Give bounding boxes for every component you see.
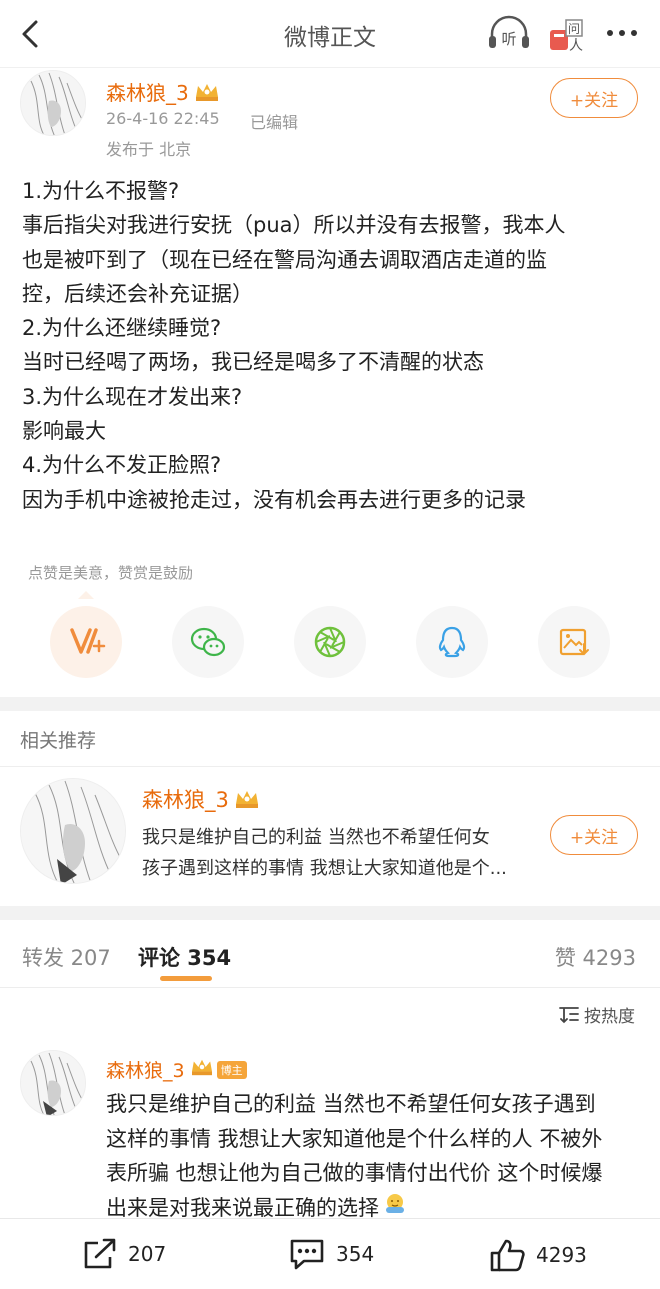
post-line: 1.为什么不报警? (22, 179, 180, 203)
repost-icon (84, 1238, 116, 1269)
qq-icon (438, 626, 466, 658)
svg-text:听: 听 (501, 30, 516, 48)
related-excerpt[interactable]: 我只是维护自己的利益 当然也不希望任何女 孩子遇到这样的事情 我想让大家知道他是… (142, 822, 542, 884)
post-line: 影响最大 (22, 419, 106, 444)
listen-headphones-icon[interactable]: 听 (486, 14, 532, 54)
share-moments-button[interactable] (294, 606, 366, 678)
post-line: 2.为什么还继续睡觉? (22, 316, 222, 341)
comment-icon (290, 1239, 324, 1270)
reward-v-icon (70, 628, 106, 654)
tab-repost[interactable]: 转发 207 (22, 942, 111, 972)
reward-tip-pointer (78, 591, 94, 599)
host-badge: 博主 (216, 1060, 247, 1079)
comment-line: 这样的事情 我想让大家知道他是个什么样的人 不被外 (106, 1126, 603, 1151)
post-body: 1.为什么不报警? 事后指尖对我进行安抚（pua）所以并没有去报警，我本人 也是… (22, 174, 642, 517)
related-author-name[interactable]: 森林狼_3 (142, 784, 261, 815)
post-line: 事后指尖对我进行安抚（pua）所以并没有去报警，我本人 (22, 213, 566, 238)
more-dots-icon[interactable] (604, 18, 640, 48)
sort-icon (559, 1006, 579, 1023)
post-line: 也是被吓到了（现在已经在警局沟通去调取酒店走道的监 (22, 247, 547, 272)
like-count: 4293 (536, 1243, 587, 1267)
related-excerpt-line: 我只是维护自己的利益 当然也不希望任何女 (142, 827, 490, 848)
tab-like[interactable]: 赞 4293 (555, 942, 636, 972)
vip-crown-icon (193, 81, 221, 108)
top-nav-bar: 微博正文 听 问 人 (0, 0, 660, 68)
post-line: 当时已经喝了两场，我已经是喝多了不清醒的状态 (22, 350, 484, 375)
reward-v-button[interactable] (50, 606, 122, 678)
reward-tip: 点赞是美意，赞赏是鼓励 (28, 564, 194, 582)
svg-text:问: 问 (568, 22, 580, 36)
ask-question-icon[interactable]: 问 人 (546, 12, 588, 56)
interaction-tabs: 转发 207 评论 354 赞 4293 (0, 920, 660, 988)
share-wechat-button[interactable] (172, 606, 244, 678)
share-qq-button[interactable] (416, 606, 488, 678)
related-title: 相关推荐 (20, 730, 97, 752)
comment-line: 表所骗 也想让他为自己做的事情付出代价 这个时候爆 (106, 1161, 603, 1185)
comment-button[interactable]: 354 (288, 1237, 374, 1271)
sort-label: 按热度 (584, 1007, 635, 1027)
related-follow-button[interactable]: +关注 (550, 815, 638, 855)
related-excerpt-line: 孩子遇到这样的事情 我想让大家知道他是个... (142, 858, 507, 879)
post-edited-label: 已编辑 (250, 113, 299, 132)
save-image-icon (559, 628, 589, 656)
wechat-icon (190, 627, 226, 657)
comment-count: 354 (336, 1242, 375, 1266)
commenter-avatar[interactable] (20, 1050, 86, 1116)
repost-button[interactable]: 207 (82, 1237, 166, 1271)
comment-text: 我只是维护自己的利益 当然也不希望任何女孩子遇到 这样的事情 我想让大家知道他是… (106, 1087, 646, 1226)
active-tab-indicator (160, 976, 212, 981)
divider (0, 766, 660, 767)
moments-icon (314, 626, 346, 658)
commenter-name[interactable]: 森林狼_3 博主 (106, 1056, 247, 1083)
vip-crown-icon (189, 1057, 215, 1082)
bottom-action-bar: 207 354 4293 (0, 1218, 660, 1289)
vip-crown-icon (233, 788, 261, 815)
like-button[interactable]: 4293 (488, 1237, 587, 1273)
section-divider (0, 697, 660, 711)
section-divider (0, 906, 660, 920)
thumbs-up-icon (490, 1239, 525, 1272)
follow-button[interactable]: +关注 (550, 78, 638, 118)
author-name[interactable]: 森林狼_3 (106, 77, 221, 108)
svg-text:人: 人 (569, 38, 583, 54)
post-time: 26-4-16 22:45 (106, 109, 220, 128)
tab-comment[interactable]: 评论 354 (138, 942, 231, 972)
post-line: 3.为什么现在才发出来? (22, 384, 243, 409)
repost-count: 207 (128, 1242, 167, 1266)
post-line: 因为手机中途被抢走过，没有机会再去进行更多的记录 (22, 487, 526, 512)
comment-line: 我只是维护自己的利益 当然也不希望任何女孩子遇到 (106, 1092, 596, 1116)
save-image-button[interactable] (538, 606, 610, 678)
author-avatar[interactable] (20, 70, 86, 136)
post-line: 控，后续还会补充证据） (22, 281, 253, 306)
post-location: 发布于 北京 (106, 140, 192, 159)
post-line: 4.为什么不发正脸照? (22, 453, 222, 478)
sort-button[interactable]: 按热度 (558, 1002, 635, 1027)
related-avatar[interactable] (20, 778, 126, 884)
